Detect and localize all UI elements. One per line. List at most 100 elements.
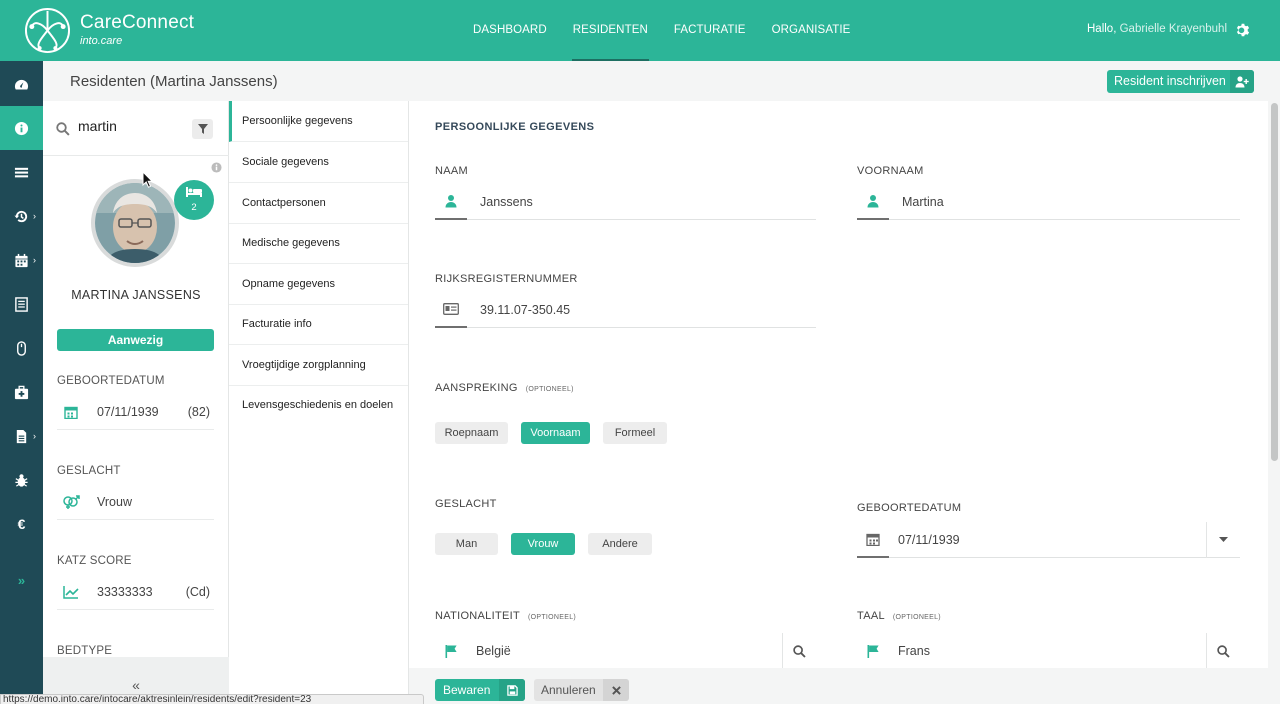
taal-search-button[interactable] <box>1206 633 1240 668</box>
rail-medkit[interactable] <box>0 370 43 414</box>
geslacht-vrouw[interactable]: Vrouw <box>511 533 575 555</box>
bedtype-label: BEDTYPE <box>57 645 113 657</box>
rail-report[interactable] <box>0 282 43 326</box>
collapse-left-icon: « <box>132 677 140 693</box>
rail-mouse[interactable] <box>0 326 43 370</box>
geslacht-andere[interactable]: Andere <box>588 533 652 555</box>
save-button[interactable]: Bewaren <box>435 679 525 701</box>
date-dropdown-button[interactable] <box>1206 522 1240 558</box>
cancel-button[interactable]: Annuleren <box>534 679 629 701</box>
search-icon <box>56 122 70 136</box>
gender-icon <box>63 495 80 509</box>
rail-document[interactable]: › <box>0 414 43 458</box>
rr-field[interactable]: 39.11.07-350.45 <box>435 292 816 328</box>
rail-expand[interactable]: » <box>0 558 43 602</box>
submenu-facturatie-info[interactable]: Facturatie info <box>229 304 408 345</box>
optional-tag: (OPTIONEEL) <box>525 386 574 393</box>
submenu-medische-gegevens[interactable]: Medische gegevens <box>229 223 408 264</box>
search-icon <box>1217 644 1230 658</box>
info-icon <box>14 121 29 135</box>
katz-row: 33333333 (Cd) <box>57 574 214 610</box>
search-icon <box>793 644 806 658</box>
flag-icon <box>857 633 889 668</box>
main-nav: DASHBOARD RESIDENTEN FACTURATIE ORGANISA… <box>460 0 863 61</box>
search-input[interactable] <box>78 118 188 134</box>
rail-history[interactable]: › <box>0 194 43 238</box>
katz-label: KATZ SCORE <box>57 555 132 567</box>
nationaliteit-label: NATIONALITEIT (OPTIONEEL) <box>435 610 576 622</box>
register-resident-label: Resident inschrijven <box>1114 74 1226 88</box>
rail-euro[interactable]: € <box>0 502 43 546</box>
rr-label: RIJKSREGISTERNUMMER <box>435 273 578 285</box>
presence-status-button[interactable]: Aanwezig <box>57 329 214 351</box>
submenu-opname-gegevens[interactable]: Opname gegevens <box>229 264 408 305</box>
bed-count-badge[interactable]: 2 <box>174 180 214 220</box>
bug-icon <box>15 473 28 487</box>
gender-value: Vrouw <box>97 495 132 509</box>
document-icon <box>16 429 27 443</box>
filter-button[interactable] <box>192 119 213 139</box>
mouse-cursor-icon <box>142 171 154 188</box>
history-icon <box>14 210 28 222</box>
voornaam-value: Martina <box>902 195 944 209</box>
chevron-right-icon: › <box>33 431 36 441</box>
taal-field[interactable]: Frans <box>857 633 1240 668</box>
geboortedatum-field[interactable]: 07/11/1939 <box>857 522 1240 558</box>
calendar-icon <box>857 522 889 558</box>
age-value: (82) <box>187 405 210 419</box>
page-header: Residenten (Martina Janssens) Resident i… <box>43 61 1280 101</box>
rail-info[interactable] <box>0 106 43 150</box>
naam-value: Janssens <box>480 195 533 209</box>
rail-dashboard[interactable] <box>0 62 43 106</box>
gear-icon[interactable] <box>1235 22 1251 38</box>
voornaam-field[interactable]: Martina <box>857 184 1240 220</box>
nav-dashboard[interactable]: DASHBOARD <box>460 0 560 61</box>
filter-icon <box>197 124 208 134</box>
gender-label: GESLACHT <box>57 465 121 477</box>
bed-count: 2 <box>191 202 197 213</box>
list-icon <box>14 167 29 177</box>
nav-organisatie[interactable]: ORGANISATIE <box>759 0 864 61</box>
aanspreking-voornaam[interactable]: Voornaam <box>521 422 590 444</box>
form-action-bar: Bewaren Annuleren <box>409 668 1280 704</box>
submenu-vroegtijdige-zorgplanning[interactable]: Vroegtijdige zorgplanning <box>229 345 408 386</box>
info-icon[interactable] <box>211 162 222 173</box>
report-icon <box>15 296 28 312</box>
submenu-sociale-gegevens[interactable]: Sociale gegevens <box>229 142 408 183</box>
aanspreking-formeel[interactable]: Formeel <box>603 422 667 444</box>
brand-name: CareConnect <box>80 12 195 33</box>
scrollbar-thumb[interactable] <box>1271 103 1278 461</box>
flag-icon <box>435 633 467 668</box>
nav-residenten[interactable]: RESIDENTEN <box>560 0 661 61</box>
naam-field[interactable]: Janssens <box>435 184 816 220</box>
rail-bug[interactable] <box>0 458 43 502</box>
resident-submenu: Persoonlijke gegevens Sociale gegevens C… <box>229 101 409 704</box>
expand-icon: » <box>17 572 26 588</box>
submenu-persoonlijke-gegevens[interactable]: Persoonlijke gegevens <box>229 101 408 142</box>
taal-label-text: TAAL <box>857 610 885 622</box>
nav-facturatie[interactable]: FACTURATIE <box>661 0 759 61</box>
optional-tag: (OPTIONEEL) <box>527 614 577 621</box>
register-resident-button[interactable]: Resident inschrijven <box>1107 70 1254 93</box>
birthdate-label: GEBOORTEDATUM <box>57 375 165 387</box>
icon-rail: › › › € » <box>0 61 43 704</box>
user-name[interactable]: Gabrielle Krayenbuhl <box>1120 23 1227 35</box>
nationaliteit-field[interactable]: België <box>435 633 816 668</box>
geslacht-man[interactable]: Man <box>435 533 498 555</box>
save-label: Bewaren <box>443 683 491 697</box>
resident-photo <box>95 183 175 263</box>
resident-profile-panel: 2 MARTINA JANSSENS Aanwezig GEBOORTEDATU… <box>43 101 229 704</box>
rail-calendar[interactable]: › <box>0 238 43 282</box>
aanspreking-label: AANSPREKING (OPTIONEEL) <box>435 382 574 394</box>
nationaliteit-search-button[interactable] <box>782 633 816 668</box>
geboortedatum-label: GEBOORTEDATUM <box>857 502 962 514</box>
rail-list[interactable] <box>0 150 43 194</box>
user-icon <box>857 184 889 220</box>
nationaliteit-value: België <box>476 644 511 658</box>
dashboard-icon <box>14 79 29 89</box>
submenu-contactpersonen[interactable]: Contactpersonen <box>229 183 408 224</box>
aanspreking-roepnaam[interactable]: Roepnaam <box>435 422 508 444</box>
submenu-levensgeschiedenis[interactable]: Levensgeschiedenis en doelen <box>229 385 408 426</box>
resident-search <box>43 101 229 156</box>
avatar <box>91 179 179 267</box>
